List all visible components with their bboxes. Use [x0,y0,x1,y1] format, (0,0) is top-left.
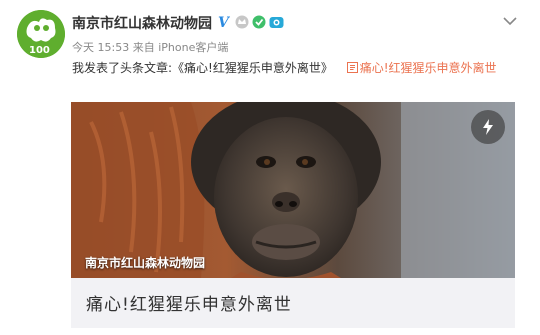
orangutan-photo [71,102,515,278]
camera-badge-icon[interactable] [269,14,284,33]
article-icon [346,62,358,73]
verified-v-icon: V [218,15,229,31]
svg-text:100: 100 [29,45,50,56]
post-text: 我发表了头条文章:《痛心!红猩猩乐申意外离世》 [72,61,333,75]
image-caption: 南京市红山森林动物园 [85,256,206,270]
article-link-text[interactable]: 痛心!红猩猩乐申意外离世 [360,61,497,75]
article-cover-image[interactable]: 南京市红山森林动物园 [71,102,515,278]
article-link[interactable]: 痛心!红猩猩乐申意外离世 [337,61,497,75]
article-title[interactable]: 痛心!红猩猩乐申意外离世 [86,290,292,315]
lightning-icon[interactable] [471,110,505,144]
post-meta: 今天 15:53 来自 iPhone客户端 [72,39,228,55]
account-header: 南京市红山森林动物园 V [72,13,284,33]
article-card[interactable]: 南京市红山森林动物园 痛心!红猩猩乐申意外离世 [71,102,515,328]
chevron-down-icon[interactable] [502,12,518,26]
account-name[interactable]: 南京市红山森林动物园 [72,13,212,33]
post-body: 我发表了头条文章:《痛心!红猩猩乐申意外离世》 痛心!红猩猩乐申意外离世 [72,58,520,78]
zoo-logo-icon: 100 [17,10,65,58]
avatar[interactable]: 100 [17,10,65,58]
crown-badge-icon[interactable] [235,14,249,33]
post-time[interactable]: 今天 15:53 [72,41,129,54]
source-device[interactable]: iPhone客户端 [158,41,228,54]
source-prefix: 来自 [132,41,155,54]
green-badge-icon[interactable] [252,14,266,33]
